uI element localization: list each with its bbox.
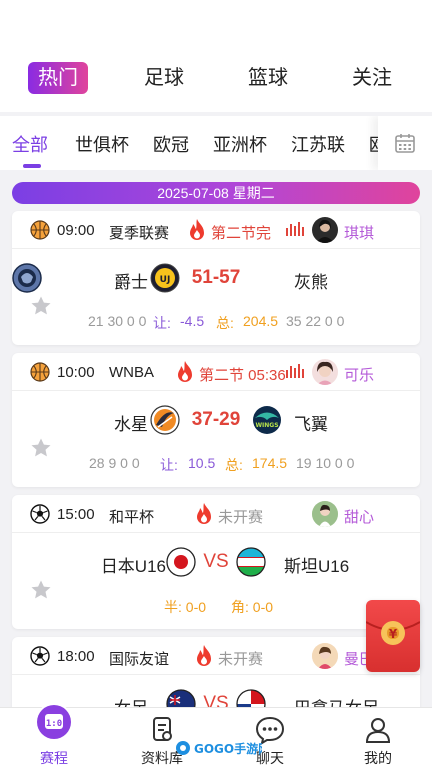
match-time: 09:00 [57,222,95,239]
calendar-button[interactable] [378,116,432,170]
match-card[interactable]: 10:00 WNBA 第二节 05:36 可乐 水星 37-29 WINGS 飞… [12,353,420,487]
tab-follow[interactable]: 关注 [352,62,392,94]
tab-basketball[interactable]: 篮球 [248,62,288,94]
host-name[interactable]: 可乐 [344,364,374,385]
main-tabs: 热门 足球 篮球 关注 [0,62,432,98]
category-club-world-cup[interactable]: 世俱杯 [75,131,129,157]
half-time-score: 半: 0-0 [164,599,207,615]
total-value: 204.5 [243,313,279,329]
mercury-logo [150,405,180,435]
category-asian-cup[interactable]: 亚洲杯 [213,131,267,157]
match-card-header: 18:00 国际友谊 未开赛 曼巴 [12,637,420,675]
league-name: 国际友谊 [109,651,170,668]
match-card[interactable]: 09:00 夏季联赛 第二节完 琪琪 爵士 UJ 51-57 灰熊 21 30 … [12,211,420,345]
date-banner: 2025-07-08 星期二 [12,182,420,204]
match-time: 18:00 [57,648,95,665]
category-ucl[interactable]: 欧冠 [153,131,189,157]
tab-hot[interactable]: 热门 [28,62,88,94]
total-value: 174.5 [252,455,288,471]
basketball-icon [30,362,50,382]
grizzlies-logo [12,263,42,293]
host-name[interactable]: 甜心 [344,506,374,527]
odds-away: 35 22 0 0 [286,313,345,329]
match-card-header: 10:00 WNBA 第二节 05:36 可乐 [12,353,420,391]
away-team-name: 飞翼 [294,415,328,434]
favorite-star-icon[interactable] [30,295,52,317]
host-avatar[interactable] [312,359,338,385]
host-avatar[interactable] [312,643,338,669]
home-team-name: 爵士 [114,273,148,292]
match-card[interactable]: 15:00 和平杯 未开赛 甜心 日本U16 VS 斯坦U16 半: 0-0 角… [12,495,420,629]
match-card-header: 09:00 夏季联赛 第二节完 琪琪 [12,211,420,249]
away-team-name: 斯坦U16 [284,557,350,576]
odds-home: 28 9 0 0 [89,455,140,471]
host-avatar[interactable] [312,501,338,527]
versus-label: VS [203,551,229,572]
fire-icon [178,361,192,382]
match-score: 37-29 [191,409,241,430]
wings-logo: WINGS [253,406,281,434]
red-envelope-button[interactable]: ¥ [365,600,421,672]
match-status: 第二节完 [211,225,272,242]
away-team-name: 灰熊 [294,273,328,292]
uzbekistan-flag [236,547,266,577]
odds-home: 21 30 0 0 [88,313,147,329]
host-name[interactable]: 琪琪 [344,222,374,243]
total-label: 总: [225,457,243,473]
league-name: 夏季联赛 [109,225,170,242]
football-icon [30,504,50,524]
nav-schedule[interactable]: 1:0 赛程 [0,703,108,768]
football-icon [30,646,50,666]
site-watermark: GOGO手游网 [174,737,270,759]
tab-football[interactable]: 足球 [144,62,184,94]
home-team-name: 水星 [114,415,148,434]
corner-score: 角: 0-0 [231,599,274,615]
match-time: 15:00 [57,506,95,523]
jazz-logo: UJ [150,263,180,293]
category-jiangsu-league[interactable]: 江苏联 [291,131,345,157]
home-team-name: 日本U16 [100,557,166,576]
fire-icon [197,645,211,666]
nav-profile[interactable]: 我的 [324,708,432,768]
total-label: 总: [216,315,234,331]
handicap-value: -4.5 [180,313,205,329]
handicap-label: 让: [153,315,171,331]
japan-flag [166,547,196,577]
category-tabs: 全部 世俱杯 欧冠 亚洲杯 江苏联 欧 [0,116,432,170]
live-stats-icon[interactable] [286,222,304,236]
handicap-value: 10.5 [188,455,216,471]
match-status: 第二节 05:36 [199,367,286,384]
schedule-icon: 1:0 [35,703,73,741]
basketball-icon [30,220,50,240]
svg-text:¥: ¥ [389,627,398,641]
match-card-header: 15:00 和平杯 未开赛 甜心 [12,495,420,533]
svg-text:UJ: UJ [160,275,171,285]
match-score: 51-57 [191,267,241,288]
league-name: 和平杯 [109,509,155,526]
profile-icon [365,718,391,743]
watermark-text: GOGO手游网 [194,741,262,756]
match-status: 未开赛 [218,651,264,668]
active-category-indicator [23,164,41,168]
live-stats-icon[interactable] [286,364,304,378]
nav-profile-label: 我的 [364,750,392,766]
favorite-star-icon[interactable] [30,579,52,601]
svg-text:WINGS: WINGS [255,422,278,429]
red-envelope-icon: ¥ [365,621,421,645]
odds-away: 19 10 0 0 [296,455,355,471]
fire-icon [190,219,204,240]
svg-text:1:0: 1:0 [46,719,62,729]
host-avatar[interactable] [312,217,338,243]
league-name: WNBA [109,364,154,381]
match-time: 10:00 [57,364,95,381]
fire-icon [197,503,211,524]
nav-schedule-label: 赛程 [40,750,68,766]
match-status: 未开赛 [218,509,264,526]
calendar-icon [395,134,415,153]
category-all[interactable]: 全部 [12,131,48,157]
handicap-label: 让: [160,457,178,473]
favorite-star-icon[interactable] [30,437,52,459]
top-bar: 热门 足球 篮球 关注 [0,0,432,112]
